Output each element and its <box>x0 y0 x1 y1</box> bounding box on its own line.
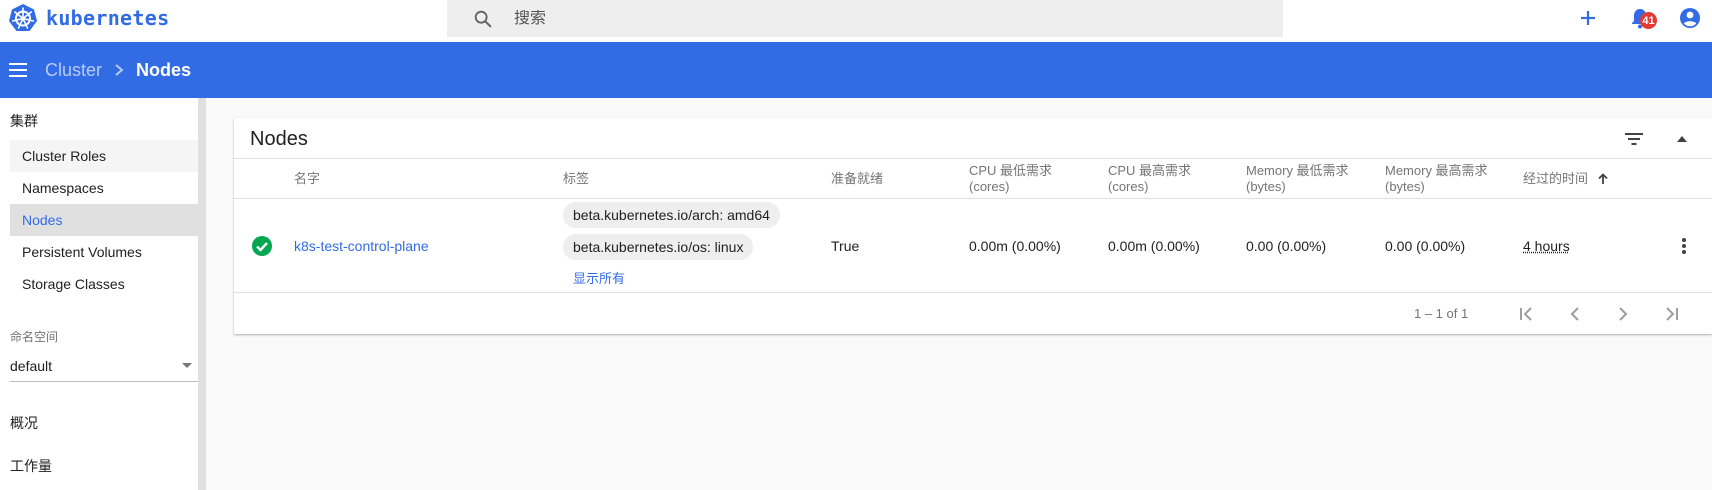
account-button[interactable] <box>1678 6 1702 30</box>
memory-requests-unit: (bytes) <box>1246 179 1286 194</box>
filter-button[interactable] <box>1622 127 1646 151</box>
brand-logo[interactable]: kubernetes <box>8 3 169 33</box>
row-actions-button[interactable] <box>1672 234 1696 258</box>
more-vert-icon <box>1682 238 1686 254</box>
last-page-button[interactable] <box>1659 302 1683 326</box>
column-header-name[interactable]: 名字 <box>294 159 320 199</box>
search-bar <box>447 0 1283 37</box>
column-header-age[interactable]: 经过的时间 <box>1523 159 1610 199</box>
search-icon <box>474 10 492 27</box>
kubernetes-wheel-icon <box>9 4 37 31</box>
page-range-label: 1 – 1 of 1 <box>1414 306 1469 321</box>
plus-icon <box>1581 11 1595 25</box>
breadcrumb-current: Nodes <box>136 59 192 80</box>
last-page-icon <box>1666 307 1678 321</box>
cpu-limits-unit: (cores) <box>1108 179 1149 194</box>
age-header-label: 经过的时间 <box>1523 171 1589 186</box>
brand-name: kubernetes <box>46 6 170 30</box>
cpu-limits-cell: 0.00m (0.00%) <box>1108 238 1200 254</box>
column-header-ready: 准备就绪 <box>831 171 884 186</box>
column-header-labels: 标签 <box>563 171 590 186</box>
sidebar-item-cluster-roles[interactable]: Cluster Roles <box>10 140 198 172</box>
create-button[interactable] <box>1576 6 1600 30</box>
arrow-up-icon <box>1677 136 1687 142</box>
label-chip: beta.kubernetes.io/os: linux <box>563 234 754 260</box>
node-name-link[interactable]: k8s-test-control-plane <box>294 238 429 254</box>
namespace-value: default <box>10 357 53 374</box>
chevron-right-icon <box>112 63 126 77</box>
collapse-button[interactable] <box>1670 127 1694 151</box>
nodes-card: Nodes 名字 标签 准备就绪 CPU 最低需求 (cores) CPU 最高需… <box>234 118 1712 334</box>
breadcrumb-cluster-link[interactable]: Cluster <box>45 60 102 81</box>
sort-arrow-up-icon <box>1598 173 1608 184</box>
sidebar-item-workloads[interactable]: 工作量 <box>10 456 52 476</box>
table-header: 名字 标签 准备就绪 CPU 最低需求 (cores) CPU 最高需求 (core… <box>234 158 1712 199</box>
sidebar-item-persistent-volumes[interactable]: Persistent Volumes <box>10 236 198 268</box>
previous-page-button[interactable] <box>1563 302 1587 326</box>
next-page-button[interactable] <box>1611 302 1635 326</box>
breadcrumb: Cluster Nodes <box>45 60 191 81</box>
paginator: 1 – 1 of 1 <box>234 293 1712 334</box>
sidebar-item-namespaces[interactable]: Namespaces <box>10 172 198 204</box>
card-title: Nodes <box>250 128 308 150</box>
first-page-icon <box>1520 307 1532 321</box>
hamburger-menu-icon <box>9 63 27 77</box>
memory-requests-cell: 0.00 (0.00%) <box>1246 238 1327 254</box>
filter-list-icon <box>1625 133 1643 145</box>
column-header-memory-limits: Memory 最高需求 (bytes) <box>1385 159 1488 199</box>
table-row: k8s-test-control-plane beta.kubernetes.i… <box>234 199 1712 293</box>
notifications-button[interactable]: 41 <box>1628 6 1657 30</box>
nav-heading-cluster[interactable]: 集群 <box>10 111 38 131</box>
label-chip: beta.kubernetes.io/arch: amd64 <box>563 202 780 228</box>
check-circle-icon <box>252 236 272 256</box>
ready-cell: True <box>831 238 860 254</box>
memory-limits-title: Memory 最高需求 <box>1385 163 1488 178</box>
chevron-left-icon <box>1570 307 1579 321</box>
column-header-cpu-limits: CPU 最高需求 (cores) <box>1108 159 1191 199</box>
memory-limits-cell: 0.00 (0.00%) <box>1385 238 1466 254</box>
cpu-requests-title: CPU 最低需求 <box>969 163 1053 178</box>
first-page-button[interactable] <box>1515 302 1539 326</box>
search-input[interactable] <box>514 9 1214 28</box>
chevron-right-icon <box>1619 307 1628 321</box>
memory-requests-title: Memory 最低需求 <box>1246 163 1349 178</box>
cpu-limits-title: CPU 最高需求 <box>1108 163 1192 178</box>
namespace-label: 命名空间 <box>10 330 59 344</box>
column-header-cpu-requests: CPU 最低需求 (cores) <box>969 159 1052 199</box>
cpu-requests-unit: (cores) <box>969 179 1010 194</box>
dropdown-arrow-icon <box>182 363 192 368</box>
top-bar: kubernetes 41 <box>0 0 1712 42</box>
toolbar: Cluster Nodes <box>0 42 1712 98</box>
notification-count-badge: 41 <box>1640 12 1657 29</box>
namespace-select[interactable]: default <box>10 350 198 382</box>
memory-limits-unit: (bytes) <box>1385 179 1425 194</box>
sidebar: 集群 Cluster Roles Namespaces Nodes Persis… <box>0 98 206 490</box>
age-cell: 4 hours <box>1523 238 1570 254</box>
account-circle-icon <box>1680 8 1700 28</box>
cpu-requests-cell: 0.00m (0.00%) <box>969 238 1061 254</box>
sidebar-item-storage-classes[interactable]: Storage Classes <box>10 268 198 300</box>
column-header-memory-requests: Memory 最低需求 (bytes) <box>1246 159 1349 199</box>
show-all-labels-link[interactable]: 显示所有 <box>573 268 625 287</box>
sidebar-item-overview[interactable]: 概况 <box>10 413 38 433</box>
sidebar-item-nodes[interactable]: Nodes <box>10 204 198 236</box>
menu-button[interactable] <box>7 59 29 81</box>
